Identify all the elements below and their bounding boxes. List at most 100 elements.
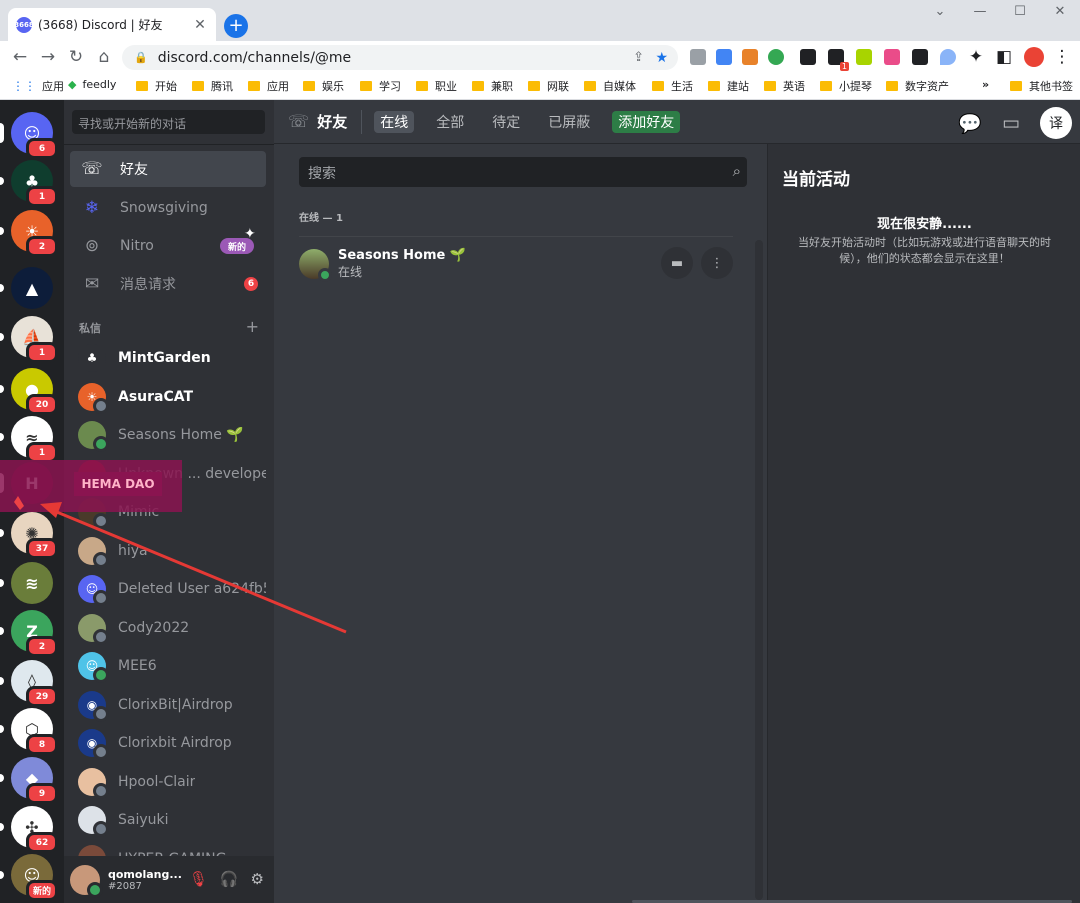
- translate-button[interactable]: 译: [1040, 107, 1072, 139]
- bookmark-folder[interactable]: 娱乐: [303, 78, 344, 94]
- dm-item[interactable]: Hpool-Clair: [70, 763, 266, 801]
- bookmark-apps[interactable]: ⋮⋮ 应用: [12, 78, 64, 94]
- forward-icon[interactable]: →: [38, 47, 58, 67]
- tab-blocked[interactable]: 已屏蔽: [542, 111, 596, 133]
- dm-avatar: ☺: [78, 652, 109, 683]
- ext-c-icon[interactable]: [768, 49, 784, 65]
- server-icon-server-z[interactable]: Z2: [11, 610, 58, 657]
- extension-puzzle-icon[interactable]: [690, 49, 706, 65]
- sidepanel-icon[interactable]: ◧: [994, 47, 1014, 67]
- server-icon-server-red[interactable]: ✺ 37: [11, 512, 58, 559]
- bookmark-folder[interactable]: 生活: [652, 78, 693, 94]
- tab-search-icon[interactable]: ⌄: [926, 4, 954, 19]
- reload-icon[interactable]: ↻: [66, 47, 86, 67]
- bookmark-folder[interactable]: 应用: [248, 78, 289, 94]
- server-icon-server-cube[interactable]: ⬡ 8: [11, 708, 58, 755]
- translate-ext-icon[interactable]: [716, 49, 732, 65]
- more-options-icon[interactable]: ⋮: [701, 247, 733, 279]
- tab-all[interactable]: 全部: [430, 111, 470, 133]
- server-icon-server-pixel[interactable]: ◆ 9: [11, 757, 58, 804]
- server-icon-server-ship[interactable]: ⛵ 1: [11, 316, 58, 363]
- friends-header: ☏ 好友 在线 全部 待定 已屏蔽 添加好友 💬 ▭ 译: [274, 100, 1080, 144]
- create-dm-icon[interactable]: +: [246, 317, 259, 336]
- bookmark-folder[interactable]: 开始: [136, 78, 177, 94]
- user-avatar[interactable]: [70, 864, 103, 898]
- menu-kebab-icon[interactable]: ⋮: [1052, 47, 1072, 67]
- dm-item[interactable]: hiya: [70, 532, 266, 570]
- minimize-icon[interactable]: —: [966, 4, 994, 19]
- new-group-dm-icon[interactable]: 💬: [958, 112, 982, 135]
- dm-item[interactable]: ◉ ClorixBit|Airdrop: [70, 686, 266, 724]
- friends-icon: ☏: [288, 111, 310, 132]
- profile-avatar[interactable]: [1024, 47, 1044, 67]
- bookmark-folder[interactable]: 职业: [416, 78, 457, 94]
- bookmark-folder[interactable]: 自媒体: [584, 78, 636, 94]
- mute-mic-icon[interactable]: 🎙: [189, 870, 208, 888]
- bookmark-folder[interactable]: 学习: [360, 78, 401, 94]
- tab-online[interactable]: 在线: [374, 110, 415, 133]
- bookmark-folder[interactable]: 网联: [528, 78, 569, 94]
- nav-snowsgiving[interactable]: ❄ Snowsgiving: [70, 190, 266, 226]
- server-icon-server-ball[interactable]: ● 20: [11, 368, 58, 415]
- add-friend-button[interactable]: 添加好友: [612, 110, 681, 133]
- bookmark-folder[interactable]: 兼职: [472, 78, 513, 94]
- scrollbar-track[interactable]: [755, 240, 763, 900]
- dm-item[interactable]: ☺ Deleted User a624fb56: [70, 570, 266, 608]
- nav-message-requests[interactable]: ✉ 消息请求 6: [70, 266, 266, 302]
- other-bookmarks[interactable]: 其他书签: [1010, 78, 1073, 94]
- maximize-icon[interactable]: ☐: [1006, 4, 1034, 19]
- home-icon[interactable]: ⌂: [94, 47, 114, 67]
- dm-name: hiya: [118, 542, 148, 559]
- close-window-icon[interactable]: ✕: [1046, 4, 1074, 19]
- bookmark-feedly[interactable]: ◆ feedly: [68, 78, 116, 91]
- share-icon[interactable]: ⇪: [633, 50, 644, 65]
- settings-gear-icon[interactable]: ⚙: [251, 870, 264, 888]
- new-tab-button[interactable]: +: [224, 14, 248, 38]
- dm-item[interactable]: Cody2022: [70, 609, 266, 647]
- tab-pending[interactable]: 待定: [486, 111, 526, 133]
- friend-search-input[interactable]: 搜索 ⌕: [299, 157, 747, 187]
- find-conversation-input[interactable]: 寻找或开始新的对话: [72, 110, 265, 134]
- ext-r-icon[interactable]: [884, 49, 900, 65]
- server-icon-server-field[interactable]: ≋: [11, 562, 53, 604]
- friend-row[interactable]: Seasons Home 🌱 在线 ▬ ⋮: [299, 243, 733, 285]
- back-icon[interactable]: ←: [10, 47, 30, 67]
- bookmark-folder[interactable]: 数字资产: [886, 78, 949, 94]
- dm-item[interactable]: Saiyuki: [70, 801, 266, 839]
- bookmark-folder[interactable]: 腾讯: [192, 78, 233, 94]
- bookmarks-overflow[interactable]: »: [982, 78, 989, 91]
- bookmark-folder[interactable]: 小提琴: [820, 78, 872, 94]
- ext-notify-icon[interactable]: 1: [828, 49, 849, 71]
- dm-name: Cody2022: [118, 619, 190, 636]
- browser-tab[interactable]: 3668 (3668) Discord | 好友 ✕: [8, 8, 216, 41]
- extensions-icon[interactable]: ✦: [966, 47, 986, 67]
- bookmark-star-icon[interactable]: ★: [655, 50, 668, 66]
- server-icon-server-new[interactable]: ☺ 新的: [11, 854, 58, 901]
- message-icon[interactable]: ▬: [661, 247, 693, 279]
- dm-item[interactable]: ☺ MEE6: [70, 647, 266, 685]
- server-icon-mintgarden[interactable]: ♣ 1: [11, 160, 58, 207]
- ext-gear-icon[interactable]: [912, 49, 928, 65]
- server-icon-server-wave[interactable]: ≈1: [11, 416, 58, 463]
- ext-card-icon[interactable]: [800, 49, 816, 65]
- server-icon-home[interactable]: ☺ 6: [11, 112, 58, 159]
- dm-item[interactable]: ◉ Clorixbit Airdrop: [70, 724, 266, 762]
- ext-drop-icon[interactable]: [940, 49, 956, 65]
- ext-a-icon[interactable]: [856, 49, 872, 65]
- server-icon-asuracat[interactable]: ☀ 2: [11, 210, 58, 257]
- inbox-icon[interactable]: ▭: [1002, 112, 1020, 134]
- address-bar[interactable]: 🔒 discord.com/channels/@me ⇪ ★: [122, 45, 678, 70]
- bookmark-folder[interactable]: 英语: [764, 78, 805, 94]
- dm-item[interactable]: Seasons Home 🌱: [70, 416, 266, 454]
- dm-item[interactable]: ☀ AsuraCAT: [70, 378, 266, 416]
- dm-item[interactable]: ♣ MintGarden: [70, 339, 266, 377]
- bookmark-folder[interactable]: 建站: [708, 78, 749, 94]
- metamask-icon[interactable]: [742, 49, 758, 65]
- tab-close-icon[interactable]: ✕: [192, 17, 208, 33]
- headphones-icon[interactable]: 🎧: [220, 870, 239, 888]
- nav-nitro[interactable]: ⊚ Nitro 新的 ✦: [70, 226, 266, 264]
- server-icon-server-drop[interactable]: ◊ 29: [11, 660, 58, 707]
- server-icon-server-a[interactable]: ▲: [11, 267, 53, 309]
- nav-friends[interactable]: ☏ 好友: [70, 151, 266, 187]
- server-icon-server-x[interactable]: ✣ 62: [11, 806, 58, 853]
